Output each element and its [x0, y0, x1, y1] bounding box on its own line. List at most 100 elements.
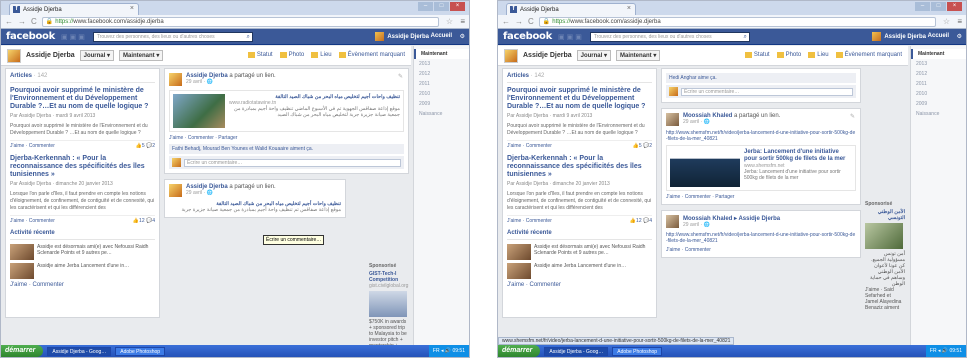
journal-dropdown[interactable]: Journal ▾: [576, 50, 611, 61]
articles-header[interactable]: Articles · 142: [507, 73, 652, 83]
forward-icon[interactable]: →: [18, 17, 26, 26]
activity-thumbnail[interactable]: [10, 263, 34, 279]
profile-link[interactable]: Assidje Djerba: [872, 32, 926, 41]
bookmark-star-icon[interactable]: ☆: [446, 17, 453, 26]
link-title[interactable]: Jerba: Lancement d'une initiative pour s…: [744, 149, 852, 163]
year-item[interactable]: 2010: [911, 89, 966, 99]
place-button[interactable]: Lieu: [311, 52, 332, 58]
maximize-icon[interactable]: □: [931, 2, 946, 11]
profile-link[interactable]: Assidje Djerba: [375, 32, 429, 41]
activity-thumbnail[interactable]: [507, 244, 531, 260]
likes-summary[interactable]: Hedi Anghar aime ça.: [666, 73, 856, 83]
close-window-icon[interactable]: ×: [947, 2, 962, 11]
maximize-icon[interactable]: □: [434, 2, 449, 11]
sponsored-ad[interactable]: Sponsorisé GIST-Tech-I Competition gist.…: [369, 263, 409, 355]
year-item[interactable]: 2011: [414, 79, 469, 89]
year-item[interactable]: Naissance: [911, 109, 966, 119]
comment-input[interactable]: Écrire un commentaire…: [681, 87, 853, 96]
comment-input[interactable]: Écrire un commentaire…: [184, 158, 401, 167]
browser-tab[interactable]: f Assidje Djerba ×: [506, 3, 636, 15]
tab-close-icon[interactable]: ×: [627, 5, 631, 12]
menu-icon[interactable]: ≡: [957, 17, 962, 26]
year-item[interactable]: Maintenant: [414, 49, 469, 59]
minimize-icon[interactable]: –: [915, 2, 930, 11]
articles-header[interactable]: Articles · 142: [10, 73, 155, 83]
year-item[interactable]: 2013: [911, 59, 966, 69]
life-event-button[interactable]: Évènement marquant: [835, 52, 902, 58]
start-button[interactable]: démarrer: [1, 345, 44, 357]
taskbar-item[interactable]: Assidje Djerba - Goog…: [47, 346, 112, 356]
life-event-button[interactable]: Évènement marquant: [338, 52, 405, 58]
note-title[interactable]: Djerba-Kerkennah : « Pour la reconnaissa…: [507, 155, 652, 179]
search-icon[interactable]: ⌕: [246, 33, 249, 42]
avatar[interactable]: [169, 73, 182, 86]
facebook-logo[interactable]: facebook: [6, 31, 55, 42]
year-item[interactable]: 2012: [911, 69, 966, 79]
year-item[interactable]: 2009: [911, 99, 966, 109]
tab-close-icon[interactable]: ×: [130, 5, 134, 12]
notification-jewels-icon[interactable]: ▣▣▣: [558, 33, 584, 41]
timeline-name[interactable]: Assidje Djerba: [523, 52, 572, 59]
shared-url[interactable]: http://www.shemsfm.net/fr/video/jerba-la…: [666, 130, 856, 142]
link-thumbnail[interactable]: [173, 94, 225, 128]
note-title[interactable]: Pourquoi avoir supprimé le ministère de …: [10, 87, 155, 111]
settings-icon[interactable]: ⚙: [460, 33, 465, 40]
address-bar[interactable]: 🔒 https:// www.facebook.com/assidje.djer…: [41, 16, 439, 27]
like-comment-links[interactable]: J'aime · Commenter: [507, 218, 552, 224]
maintenant-dropdown[interactable]: Maintenant ▾: [119, 50, 164, 61]
search-input[interactable]: Trouvez des personnes, des lieux ou d'au…: [92, 31, 253, 42]
place-button[interactable]: Lieu: [808, 52, 829, 58]
year-item[interactable]: 2010: [414, 89, 469, 99]
search-icon[interactable]: ⌕: [743, 33, 746, 42]
minimize-icon[interactable]: –: [418, 2, 433, 11]
settings-icon[interactable]: ⚙: [957, 33, 962, 40]
year-item[interactable]: 2013: [414, 59, 469, 69]
avatar[interactable]: [666, 215, 679, 228]
taskbar-item[interactable]: Assidje Djerba - Goog…: [544, 346, 609, 356]
activity-thumbnail[interactable]: [10, 244, 34, 260]
ad-image[interactable]: [369, 291, 407, 317]
facebook-logo[interactable]: facebook: [503, 31, 552, 42]
reload-icon[interactable]: C: [528, 17, 534, 26]
like-comment-links[interactable]: J'aime · Commenter: [10, 218, 55, 224]
taskbar-item[interactable]: Adobe Photoshop: [115, 346, 166, 356]
likes-summary[interactable]: Fathi Behadj, Mourad Ben Younes et Walid…: [169, 144, 404, 154]
ad-title[interactable]: الأمن الوطني التونسي: [865, 209, 905, 221]
year-item[interactable]: Naissance: [414, 109, 469, 119]
video-thumbnail[interactable]: [670, 149, 740, 187]
link-preview[interactable]: تنظيف واحات أجيم لتخليص مياه البحر من شب…: [169, 90, 404, 132]
story-actions[interactable]: J'aime · Commenter · Partager: [169, 135, 404, 141]
home-link[interactable]: Accueil: [431, 33, 452, 39]
avatar[interactable]: [504, 48, 518, 63]
author-name[interactable]: Moossiah Khaled ▸ Assidje Djerba: [683, 215, 780, 222]
address-bar[interactable]: 🔒 https:// www.facebook.com/assidje.djer…: [538, 16, 936, 27]
timeline-name[interactable]: Assidje Djerba: [26, 52, 75, 59]
ad-image[interactable]: [865, 223, 903, 249]
note-title[interactable]: Pourquoi avoir supprimé le ministère de …: [507, 87, 652, 111]
back-icon[interactable]: ←: [502, 17, 510, 26]
year-item[interactable]: Maintenant: [911, 49, 966, 59]
timestamp[interactable]: 29 avril · 🌐: [683, 222, 780, 228]
shared-url[interactable]: http://www.shemsfm.net/fr/video/jerba-la…: [666, 232, 856, 244]
activity-thumbnail[interactable]: [507, 263, 531, 279]
story-actions[interactable]: J'aime · Commenter: [666, 247, 856, 253]
photo-button[interactable]: Photo: [279, 52, 304, 58]
journal-dropdown[interactable]: Journal ▾: [79, 50, 114, 61]
avatar[interactable]: [7, 48, 21, 63]
taskbar-item[interactable]: Adobe Photoshop: [612, 346, 663, 356]
bookmark-star-icon[interactable]: ☆: [943, 17, 950, 26]
avatar[interactable]: [169, 184, 182, 197]
like-comment-links[interactable]: J'aime · Commenter: [507, 282, 652, 288]
back-icon[interactable]: ←: [5, 17, 13, 26]
search-input[interactable]: Trouvez des personnes, des lieux ou d'au…: [589, 31, 750, 42]
year-item[interactable]: 2011: [911, 79, 966, 89]
note-title[interactable]: Djerba-Kerkennah : « Pour la reconnaissa…: [10, 155, 155, 179]
forward-icon[interactable]: →: [515, 17, 523, 26]
ad-title[interactable]: GIST-Tech-I Competition: [369, 271, 409, 283]
year-item[interactable]: 2009: [414, 99, 469, 109]
timestamp[interactable]: 29 avril · 🌐: [683, 119, 780, 125]
photo-button[interactable]: Photo: [776, 52, 801, 58]
link-preview[interactable]: Jerba: Lancement d'une initiative pour s…: [666, 145, 856, 191]
year-item[interactable]: 2012: [414, 69, 469, 79]
timestamp[interactable]: 29 avril · 🌐: [186, 190, 276, 196]
